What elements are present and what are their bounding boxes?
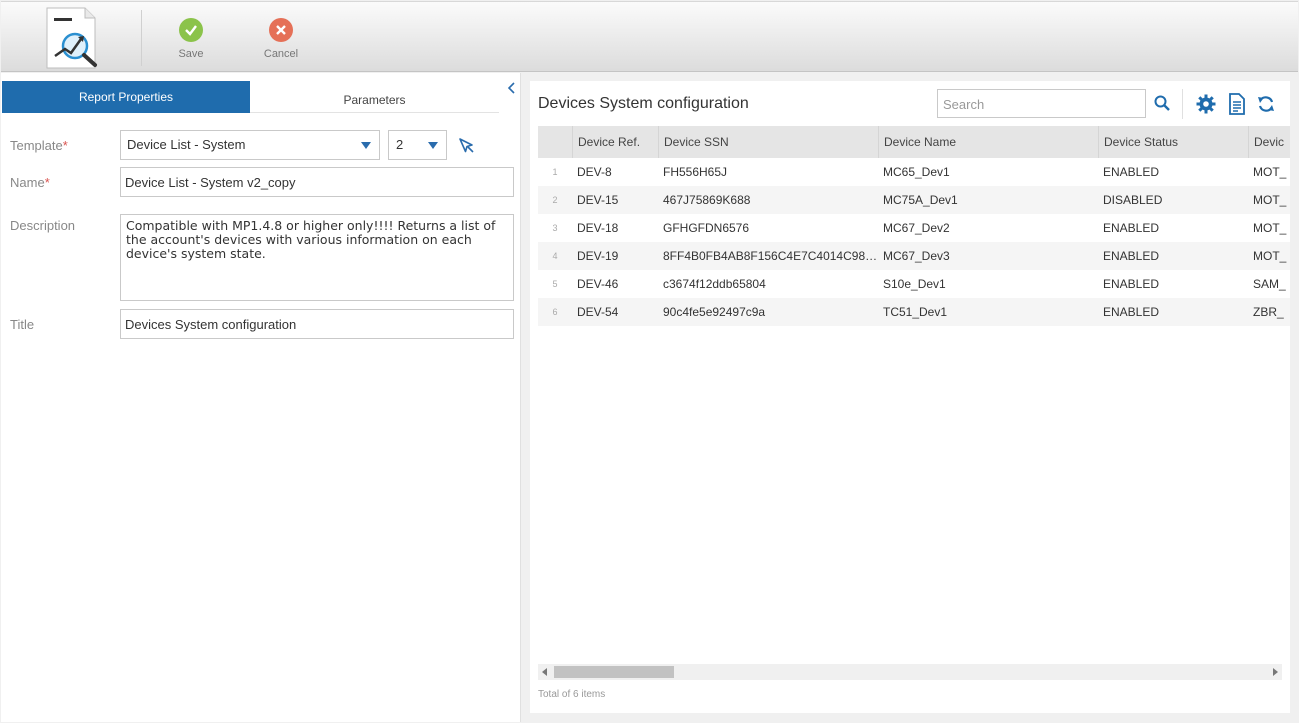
search-icon[interactable] (1154, 95, 1170, 114)
cell-device-name: MC67_Dev2 (883, 221, 950, 235)
cell-device-ssn: GFHGFDN6576 (663, 221, 750, 235)
template-label: Template* (10, 138, 68, 153)
search-input[interactable]: Search (937, 89, 1146, 118)
checkmark-icon (179, 18, 203, 42)
cell-device-status: ENABLED (1103, 221, 1160, 235)
table-row[interactable]: 1 DEV-8 FH556H65J MC65_Dev1 ENABLED MOT_ (538, 158, 1290, 186)
gear-icon[interactable] (1196, 94, 1216, 117)
scroll-left-icon[interactable] (542, 668, 547, 676)
chevron-down-icon (428, 142, 438, 149)
cell-device-status: DISABLED (1103, 193, 1163, 207)
row-number: 1 (552, 167, 558, 177)
title-field[interactable]: Devices System configuration (120, 309, 514, 339)
cell-device-ssn: 8FF4B0FB4AB8F156C4E7C4014C98E… (663, 249, 878, 263)
description-textarea[interactable]: Compatible with MP1.4.8 or higher only!!… (120, 214, 514, 301)
cell-device-ref: DEV-46 (577, 277, 619, 291)
scrollbar-thumb[interactable] (554, 666, 674, 678)
row-number: 6 (552, 307, 558, 317)
refresh-icon[interactable] (1256, 94, 1276, 117)
cell-device-more: SAM_ (1253, 277, 1286, 291)
report-magnifier-icon (45, 6, 107, 70)
toolbar: Save Cancel (1, 1, 1298, 72)
name-label: Name* (10, 175, 50, 190)
cell-device-ssn: 467J75869K688 (663, 193, 751, 207)
cell-device-more: ZBR_ (1253, 305, 1284, 319)
cell-device-ref: DEV-8 (577, 165, 612, 179)
cell-device-more: MOT_ (1253, 193, 1287, 207)
cell-device-more: MOT_ (1253, 165, 1287, 179)
header-divider (1182, 89, 1183, 119)
export-report-icon[interactable] (1228, 93, 1246, 118)
row-number: 3 (552, 223, 558, 233)
report-preview-panel: Devices System configuration Search Devi… (530, 81, 1290, 713)
title-label: Title (10, 317, 35, 332)
table-row[interactable]: 3 DEV-18 GFHGFDN6576 MC67_Dev2 ENABLED M… (538, 214, 1290, 242)
cell-device-status: ENABLED (1103, 249, 1160, 263)
template-version-value: 2 (396, 137, 404, 152)
properties-tabs: Report Properties Parameters (2, 81, 499, 113)
cell-device-status: ENABLED (1103, 277, 1160, 291)
template-value: Device List - System (127, 137, 246, 152)
cell-device-ssn: 90c4fe5e92497c9a (663, 305, 766, 319)
cell-device-more: MOT_ (1253, 221, 1287, 235)
table-header: Device Ref. Device SSN Device Name Devic… (538, 126, 1290, 158)
table-row[interactable]: 4 DEV-19 8FF4B0FB4AB8F156C4E7C4014C98E… … (538, 242, 1290, 270)
column-header-device-more[interactable]: Devic (1248, 126, 1290, 158)
save-button[interactable]: Save (161, 18, 221, 60)
column-header-device-status[interactable]: Device Status (1098, 126, 1248, 158)
tab-parameters[interactable]: Parameters (250, 81, 499, 113)
tab-report-properties[interactable]: Report Properties (2, 81, 250, 113)
cell-device-ssn: FH556H65J (663, 165, 728, 179)
devices-table: Device Ref. Device SSN Device Name Devic… (538, 126, 1290, 666)
description-label: Description (10, 218, 76, 233)
close-icon (269, 18, 293, 42)
table-row[interactable]: 2 DEV-15 467J75869K688 MC75A_Dev1 DISABL… (538, 186, 1290, 214)
collapse-panel-icon[interactable] (506, 81, 518, 95)
cell-device-more: MOT_ (1253, 249, 1287, 263)
cell-device-ref: DEV-18 (577, 221, 619, 235)
template-version-select[interactable]: 2 (388, 130, 447, 160)
cell-device-name: S10e_Dev1 (883, 277, 946, 291)
cell-device-name: MC67_Dev3 (883, 249, 950, 263)
column-header-device-ssn[interactable]: Device SSN (658, 126, 878, 158)
table-row[interactable]: 5 DEV-46 c3674f12ddb65804 S10e_Dev1 ENAB… (538, 270, 1290, 298)
cancel-button[interactable]: Cancel (251, 18, 311, 60)
cancel-label: Cancel (263, 48, 299, 60)
row-number: 4 (552, 251, 558, 261)
horizontal-scrollbar[interactable] (538, 664, 1282, 680)
cell-device-status: ENABLED (1103, 305, 1160, 319)
column-header-device-name[interactable]: Device Name (878, 126, 1098, 158)
save-label: Save (178, 48, 204, 60)
report-title: Devices System configuration (538, 95, 749, 112)
cell-device-status: ENABLED (1103, 165, 1160, 179)
name-field[interactable]: Device List - System v2_copy (120, 167, 514, 197)
report-properties-panel: Report Properties Parameters Template* D… (1, 73, 521, 722)
template-select[interactable]: Device List - System (120, 130, 380, 160)
column-header-device-ref[interactable]: Device Ref. (572, 126, 658, 158)
toolbar-divider (141, 10, 142, 66)
row-number: 2 (552, 195, 558, 205)
cell-device-ref: DEV-19 (577, 249, 619, 263)
cell-device-ref: DEV-54 (577, 305, 619, 319)
table-row[interactable]: 6 DEV-54 90c4fe5e92497c9a TC51_Dev1 ENAB… (538, 298, 1290, 326)
total-items-count: Total of 6 items (538, 689, 606, 700)
scroll-right-icon[interactable] (1273, 668, 1278, 676)
cell-device-ref: DEV-15 (577, 193, 619, 207)
cell-device-name: MC65_Dev1 (883, 165, 950, 179)
cell-device-name: TC51_Dev1 (883, 305, 948, 319)
chevron-down-icon (361, 142, 371, 149)
cell-device-ssn: c3674f12ddb65804 (663, 277, 766, 291)
row-number: 5 (552, 279, 558, 289)
locate-template-icon[interactable] (457, 136, 477, 156)
cell-device-name: MC75A_Dev1 (883, 193, 958, 207)
